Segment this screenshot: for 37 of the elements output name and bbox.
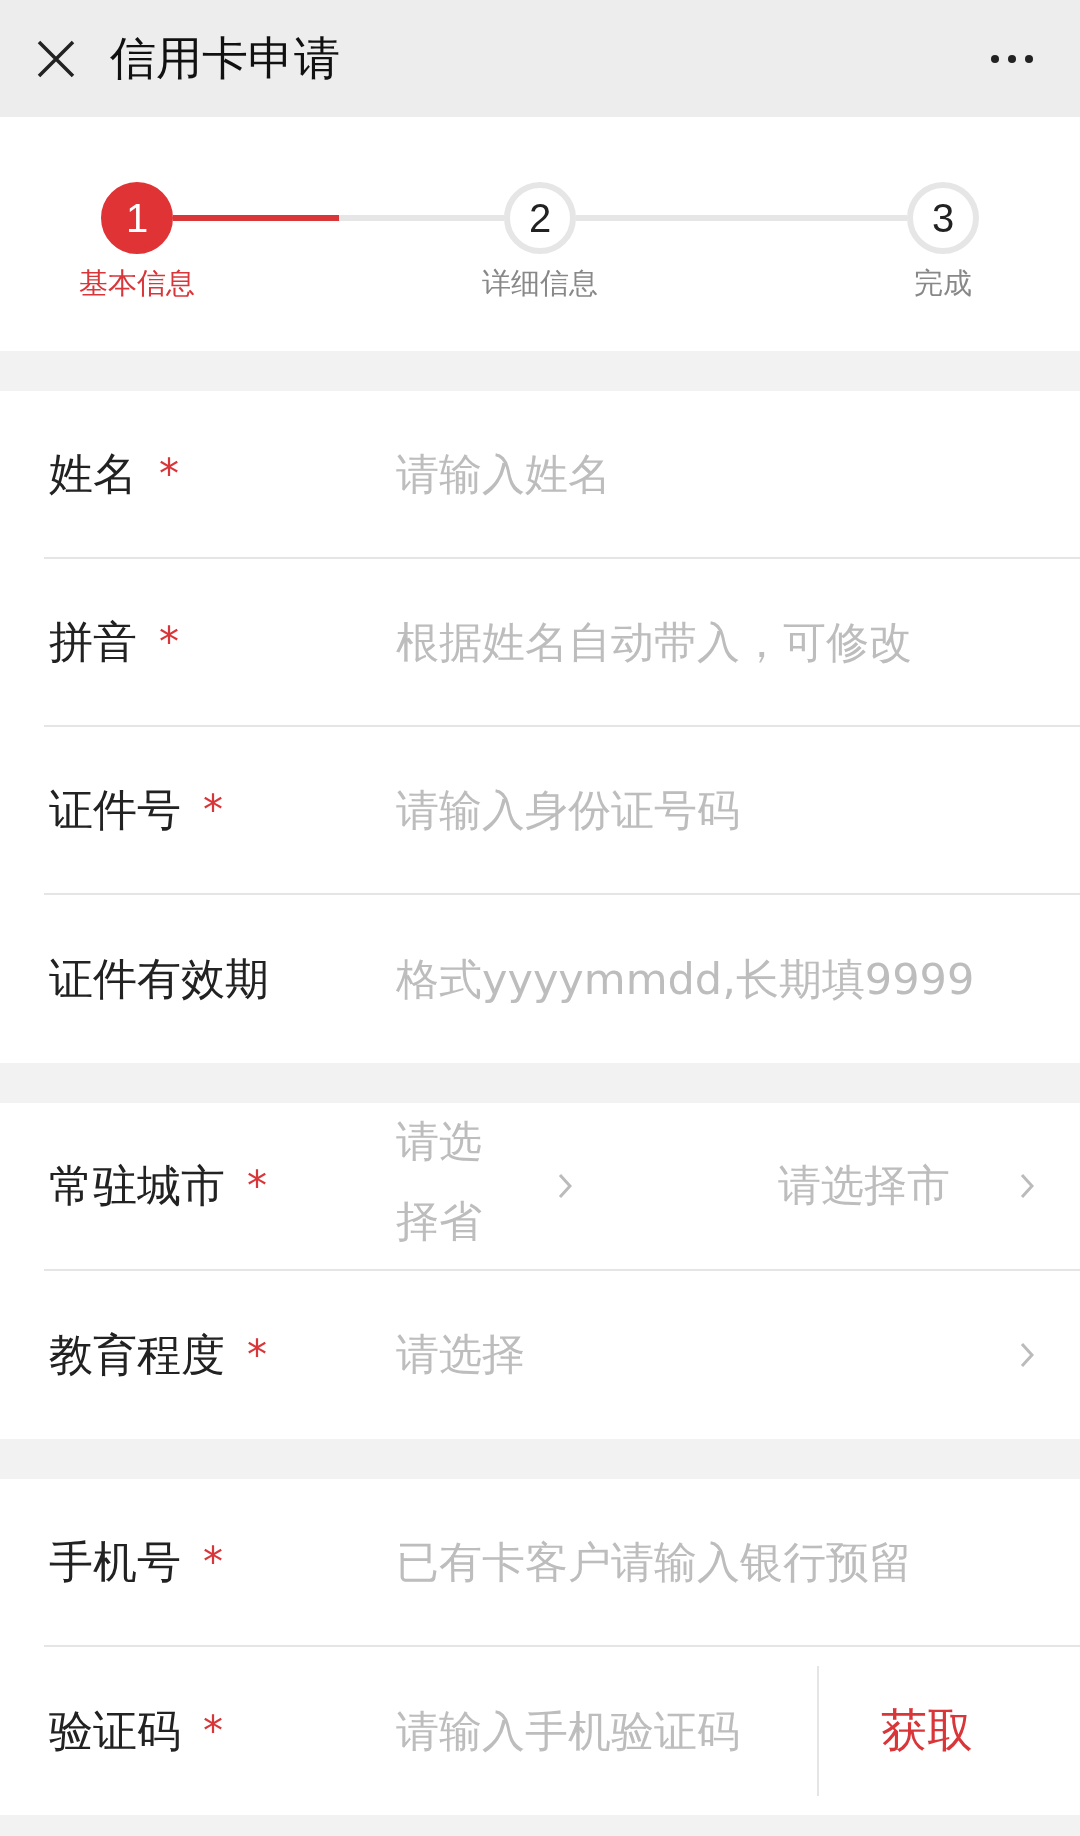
required-mark: * xyxy=(247,1332,267,1378)
step-label: 基本信息 xyxy=(79,265,195,302)
page-title: 信用卡申请 xyxy=(110,29,341,87)
field-label: 证件有效期 xyxy=(49,951,269,1006)
required-mark: * xyxy=(203,1539,223,1585)
input-field[interactable]: 根据姓名自动带入，可修改 xyxy=(396,617,1034,667)
chevron-icon xyxy=(558,1173,572,1199)
field-label: 拼音 xyxy=(49,614,137,669)
close-icon[interactable] xyxy=(36,38,76,79)
input-field[interactable]: 已有卡客户请输入银行预留 xyxy=(396,1537,1034,1587)
step-label: 完成 xyxy=(914,265,972,302)
select-field[interactable]: 请选择 xyxy=(396,1326,1020,1384)
step-label: 详细信息 xyxy=(482,265,598,302)
get-code-button[interactable]: 获取 xyxy=(819,1680,1034,1782)
chevron-icon xyxy=(1020,1342,1034,1368)
input-field[interactable]: 请输入身份证号码 xyxy=(396,785,1034,835)
field-label: 姓名 xyxy=(49,446,137,501)
field-label: 证件号 xyxy=(49,782,181,837)
required-mark: * xyxy=(159,451,179,497)
field-label: 验证码 xyxy=(49,1703,181,1758)
required-mark: * xyxy=(203,787,223,833)
step-number: 1 xyxy=(101,182,173,254)
input-field[interactable]: 请输入姓名 xyxy=(396,449,1034,499)
input-field[interactable]: 格式yyyymmdd,长期填9999 xyxy=(396,954,1034,1004)
select-field[interactable]: 请选择市 xyxy=(572,1157,1020,1215)
required-mark: * xyxy=(247,1163,267,1209)
field-label: 手机号 xyxy=(49,1534,181,1589)
required-mark: * xyxy=(159,619,179,665)
select-field[interactable]: 请选择省 xyxy=(396,1106,496,1266)
required-mark: * xyxy=(203,1708,223,1754)
step-number: 3 xyxy=(907,182,979,254)
chevron-icon xyxy=(1020,1173,1034,1199)
field-label: 教育程度 xyxy=(49,1327,225,1382)
input-field[interactable]: 请输入手机验证码 xyxy=(396,1706,796,1756)
field-label: 常驻城市 xyxy=(49,1158,225,1213)
more-icon[interactable] xyxy=(990,53,1034,64)
step-number: 2 xyxy=(504,182,576,254)
